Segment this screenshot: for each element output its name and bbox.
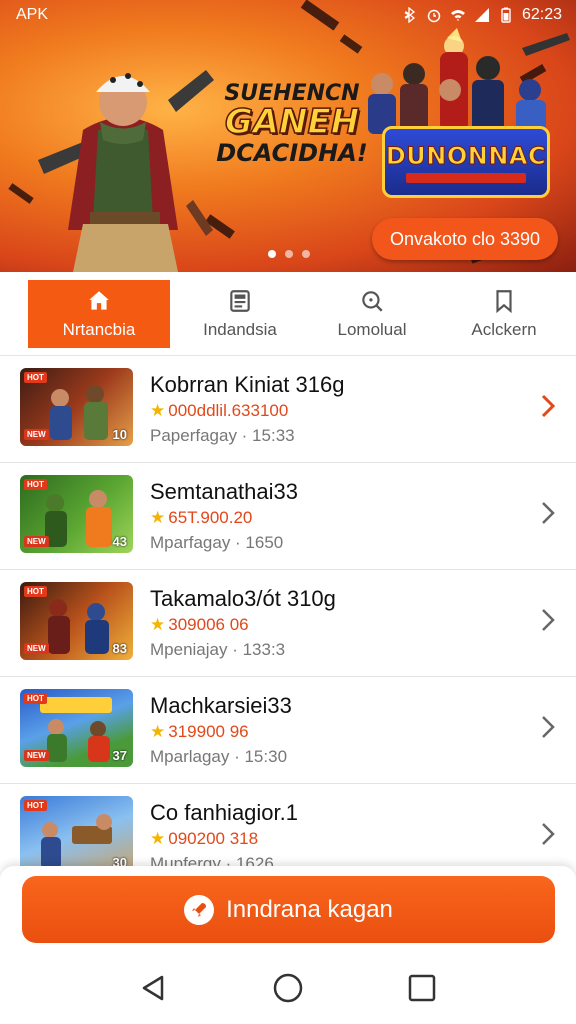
game-rating: ★ 090200 318 <box>150 829 258 849</box>
thumbnail-tag: HOT <box>24 586 47 597</box>
game-thumbnail: HOT NEW 37 <box>20 689 133 767</box>
tab-home-label: Nrtancbia <box>62 320 136 339</box>
rocket-icon <box>184 894 215 925</box>
game-rating-value: 319900 96 <box>168 722 249 741</box>
game-title: Machkarsiei33 <box>150 693 292 718</box>
chevron-right-icon[interactable] <box>538 606 558 634</box>
game-rating-value: 090200 318 <box>168 829 259 848</box>
tab-bookmarks-label: Aclckern <box>471 320 537 339</box>
status-bar: APK 62:23 <box>0 0 576 30</box>
game-thumbnail: HOT 30 <box>20 796 133 866</box>
tab-search-label: Lomolual <box>337 320 407 339</box>
carousel-dots[interactable] <box>268 250 310 258</box>
carousel-dot-1[interactable] <box>268 250 276 258</box>
chevron-right-icon[interactable] <box>538 713 558 741</box>
squad-characters-image <box>368 28 570 136</box>
game-rating: ★ 65T.900.20 <box>150 508 252 528</box>
category-tabs: Nrtancbia Indandsia Lomolual Aclckern <box>0 272 576 356</box>
thumbnail-count: 37 <box>112 748 127 763</box>
game-logo: DUNONNAC <box>382 126 550 198</box>
thumbnail-count: 10 <box>112 427 127 442</box>
game-meta: Mupfergy · 1626 <box>150 854 274 866</box>
game-rating-value: 65T.900.20 <box>168 508 253 527</box>
thumbnail-label: NEW <box>24 429 49 440</box>
list-item[interactable]: HOT NEW 37 Machkarsiei33 ★ 319900 96 Mpar… <box>0 677 576 784</box>
tab-news-label: Indandsia <box>203 320 277 339</box>
thumbnail-count: 43 <box>112 534 127 549</box>
home-nav-icon[interactable] <box>272 972 304 1004</box>
game-rating: ★ 309006 06 <box>150 615 249 635</box>
chevron-right-icon[interactable] <box>538 392 558 420</box>
thumbnail-count: 30 <box>112 855 127 866</box>
promo-button[interactable]: Onvakoto clo 3390 <box>372 218 558 260</box>
carousel-dot-2[interactable] <box>285 250 293 258</box>
thumbnail-tag: HOT <box>24 693 47 704</box>
tab-search[interactable]: Lomolual <box>302 280 442 348</box>
game-meta: Paperfagay · 15:33 <box>150 426 295 445</box>
bottom-action-bar: Inndrana kagan <box>0 866 576 952</box>
alarm-icon <box>427 9 441 23</box>
thumbnail-label: NEW <box>24 643 49 654</box>
system-navigation-bar <box>0 952 576 1024</box>
game-rating: ★ 000ddlil.633100 <box>150 401 288 421</box>
search-icon <box>362 291 383 312</box>
headline-line-2: GANEH <box>224 102 360 143</box>
game-title: Co fanhiagior.1 <box>150 800 298 825</box>
bookmark-icon <box>496 290 512 314</box>
game-meta: Mpeniajay · 133:3 <box>150 640 286 659</box>
game-meta: Mparfagay · 1650 <box>150 533 284 552</box>
thumbnail-tag: HOT <box>24 372 47 383</box>
star-icon: ★ <box>150 401 166 420</box>
wifi-icon <box>450 10 465 21</box>
star-icon: ★ <box>150 722 166 741</box>
game-rating: ★ 319900 96 <box>150 722 249 742</box>
star-icon: ★ <box>150 615 166 634</box>
game-rating-value: 000ddlil.633100 <box>168 401 289 420</box>
hero-character-image <box>38 70 214 272</box>
back-icon[interactable] <box>138 972 170 1004</box>
star-icon: ★ <box>150 829 166 848</box>
recents-icon[interactable] <box>406 972 438 1004</box>
game-list: HOT NEW 10 Kobrran Kiniat 316g ★ 000ddlil… <box>0 356 576 866</box>
bluetooth-icon <box>404 7 416 23</box>
chevron-right-icon[interactable] <box>538 499 558 527</box>
list-item[interactable]: HOT 30 Co fanhiagior.1 ★ 090200 318 Mupfe… <box>0 784 576 866</box>
list-item[interactable]: HOT NEW 10 Kobrran Kiniat 316g ★ 000ddlil… <box>0 356 576 463</box>
status-time: 62:23 <box>521 6 562 23</box>
home-icon <box>89 291 109 310</box>
game-logo-strip <box>406 172 526 183</box>
game-logo-text: DUNONNAC <box>385 141 547 170</box>
banner-headline: SUEHENCN GANEH DCACIDHA! <box>212 82 372 166</box>
carousel-dot-3[interactable] <box>302 250 310 258</box>
game-rating-value: 309006 06 <box>168 615 249 634</box>
promo-banner[interactable]: APK 62:23 SUEHENCN GANEH DCACIDHA! DUNON… <box>0 0 576 272</box>
star-icon: ★ <box>150 508 166 527</box>
tab-news[interactable]: Indandsia <box>170 280 310 348</box>
game-title: Kobrran Kiniat 316g <box>150 372 345 397</box>
thumbnail-count: 83 <box>112 641 127 656</box>
game-thumbnail: HOT NEW 43 <box>20 475 133 553</box>
battery-icon <box>501 7 511 23</box>
game-meta: Mparlagay · 15:30 <box>150 747 288 766</box>
thumbnail-label: NEW <box>24 750 49 761</box>
thumbnail-label: NEW <box>24 536 49 547</box>
status-app-label: APK <box>16 6 49 23</box>
thumbnail-tag: HOT <box>24 479 47 490</box>
signal-icon <box>474 8 489 22</box>
thumbnail-tag: HOT <box>24 800 47 811</box>
game-title: Semtanathai33 <box>150 479 298 504</box>
chevron-right-icon[interactable] <box>538 820 558 848</box>
tab-bookmarks[interactable]: Aclckern <box>434 280 574 348</box>
headline-line-3: DCACIDHA! <box>216 138 368 167</box>
tab-home[interactable]: Nrtancbia <box>28 280 170 348</box>
primary-action-button[interactable]: Inndrana kagan <box>22 876 555 943</box>
list-item[interactable]: HOT NEW 83 Takamalo3/ót 310g ★ 309006 06 … <box>0 570 576 677</box>
primary-action-label: Inndrana kagan <box>226 895 393 923</box>
game-title: Takamalo3/ót 310g <box>150 586 336 611</box>
list-item[interactable]: HOT NEW 43 Semtanathai33 ★ 65T.900.20 Mpa… <box>0 463 576 570</box>
game-thumbnail: HOT NEW 83 <box>20 582 133 660</box>
news-icon <box>230 290 250 312</box>
game-thumbnail: HOT NEW 10 <box>20 368 133 446</box>
